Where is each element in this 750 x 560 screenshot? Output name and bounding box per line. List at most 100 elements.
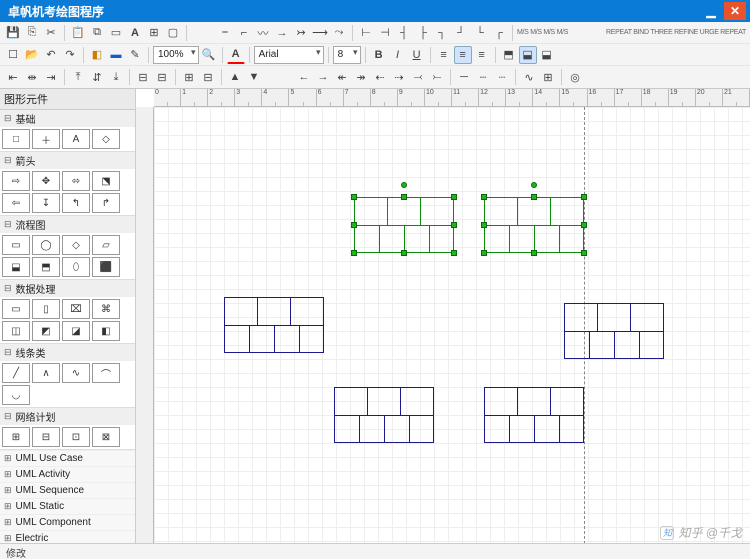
linestyle1-icon[interactable]: ─	[455, 68, 473, 86]
back-icon[interactable]: ▼	[245, 68, 263, 86]
curve-icon[interactable]: 〰	[254, 24, 272, 42]
grid-icon[interactable]: ⊞	[539, 68, 557, 86]
shape-stencil[interactable]: ◧	[92, 321, 120, 341]
redo-icon[interactable]: ↷	[61, 46, 79, 64]
shape-stencil[interactable]: ⊞	[2, 427, 30, 447]
new-icon[interactable]: ☐	[4, 46, 22, 64]
selection-handle[interactable]	[401, 194, 407, 200]
align-l-icon[interactable]: ⇤	[4, 68, 22, 86]
shape-stencil[interactable]: □	[2, 129, 30, 149]
shape-stencil[interactable]: ⊟	[32, 427, 60, 447]
shape-stencil[interactable]: ⊡	[62, 427, 90, 447]
shape-stencil[interactable]: ▯	[32, 299, 60, 319]
selection-handle[interactable]	[481, 222, 487, 228]
conn4-icon[interactable]: ├	[414, 24, 432, 42]
category-collapsed[interactable]: UML Sequence	[0, 482, 135, 498]
align-b-icon[interactable]: ⤓	[107, 68, 125, 86]
shape-stencil[interactable]: ⌘	[92, 299, 120, 319]
shape-icon[interactable]: ▢	[164, 24, 182, 42]
zoomfit-icon[interactable]: 🔍	[200, 46, 218, 64]
shape-stencil[interactable]: ⬒	[32, 257, 60, 277]
linestyle2-icon[interactable]: ┄	[474, 68, 492, 86]
category-header[interactable]: 基础	[0, 110, 135, 127]
selection-handle[interactable]	[581, 222, 587, 228]
paste-icon[interactable]: 📋	[69, 24, 87, 42]
shape-stencil[interactable]: ⬛	[92, 257, 120, 277]
align-t-icon[interactable]: ⤒	[69, 68, 87, 86]
shape-stencil[interactable]: ◡	[2, 385, 30, 405]
shape-stencil[interactable]: ∿	[62, 363, 90, 383]
save-icon[interactable]: 💾	[4, 24, 22, 42]
text-tool-icon[interactable]: A	[126, 24, 144, 42]
selection-handle[interactable]	[401, 250, 407, 256]
category-header[interactable]: 流程图	[0, 216, 135, 233]
zoom-combo[interactable]: 100%	[153, 46, 199, 64]
fontsize-combo[interactable]: 8	[333, 46, 361, 64]
valign-top-icon[interactable]: ⬒	[500, 46, 518, 64]
zigzag-icon[interactable]: ∿	[520, 68, 538, 86]
selection-handle[interactable]	[351, 222, 357, 228]
selection-handle[interactable]	[531, 182, 537, 188]
shape-stencil[interactable]: ↱	[92, 193, 120, 213]
head7-icon[interactable]: ⤙	[409, 68, 427, 86]
diagram-block[interactable]	[354, 197, 454, 253]
shape-stencil[interactable]: ▱	[92, 235, 120, 255]
dist-h-icon[interactable]: ⊟	[134, 68, 152, 86]
ungroup-icon[interactable]: ⊟	[199, 68, 217, 86]
arrow2-icon[interactable]: ↣	[292, 24, 310, 42]
linestyle3-icon[interactable]: ┈	[493, 68, 511, 86]
front-icon[interactable]: ▲	[226, 68, 244, 86]
shape-stencil[interactable]: ⬄	[62, 171, 90, 191]
align-left-icon[interactable]: ≡	[435, 46, 453, 64]
minimize-button[interactable]: ▁	[700, 2, 722, 20]
shape-stencil[interactable]: ↧	[32, 193, 60, 213]
shape-stencil[interactable]: ◯	[32, 235, 60, 255]
shape-stencil[interactable]: ⇨	[2, 171, 30, 191]
category-collapsed[interactable]: UML Use Case	[0, 450, 135, 466]
category-collapsed[interactable]: UML Component	[0, 514, 135, 530]
arrow4-icon[interactable]: ⤳	[330, 24, 348, 42]
category-collapsed[interactable]: UML Activity	[0, 466, 135, 482]
shape-stencil[interactable]: ↰	[62, 193, 90, 213]
selection-handle[interactable]	[351, 250, 357, 256]
line-tool-icon[interactable]: ⎯	[216, 24, 234, 42]
underline-icon[interactable]: U	[408, 46, 426, 64]
cut-icon[interactable]: ✂	[42, 24, 60, 42]
selection-handle[interactable]	[401, 182, 407, 188]
brush-icon[interactable]: ✎	[126, 46, 144, 64]
shape-stencil[interactable]: ⊠	[92, 427, 120, 447]
category-collapsed[interactable]: UML Static	[0, 498, 135, 514]
stroke-icon[interactable]: ▬	[107, 46, 125, 64]
diagram-block[interactable]	[334, 387, 434, 443]
shape-stencil[interactable]: ⌒	[92, 363, 120, 383]
head1-icon[interactable]: ←	[295, 68, 313, 86]
head4-icon[interactable]: ↠	[352, 68, 370, 86]
selection-handle[interactable]	[531, 194, 537, 200]
arrow1-icon[interactable]: →	[273, 24, 291, 42]
textcolor-icon[interactable]: A	[227, 46, 245, 64]
shape-stencil[interactable]: ⬯	[62, 257, 90, 277]
shape-stencil[interactable]: ▭	[2, 299, 30, 319]
image-icon[interactable]: ⊞	[145, 24, 163, 42]
align-right-icon[interactable]: ≡	[473, 46, 491, 64]
shape-stencil[interactable]: ◪	[62, 321, 90, 341]
shape-stencil[interactable]: ◫	[2, 321, 30, 341]
shape-stencil[interactable]: ⬔	[92, 171, 120, 191]
head8-icon[interactable]: ⤚	[428, 68, 446, 86]
shape-stencil[interactable]: ◇	[92, 129, 120, 149]
shape-stencil[interactable]: A	[62, 129, 90, 149]
shape-stencil[interactable]: ⬓	[2, 257, 30, 277]
shape-stencil[interactable]: ⇦	[2, 193, 30, 213]
shape-stencil[interactable]: ＋	[32, 129, 60, 149]
valign-bot-icon[interactable]: ⬓	[538, 46, 556, 64]
drawing-canvas[interactable]	[154, 107, 750, 544]
selection-handle[interactable]	[581, 194, 587, 200]
conn1-icon[interactable]: ⊢	[357, 24, 375, 42]
align-center-icon[interactable]: ≡	[454, 46, 472, 64]
diagram-block[interactable]	[484, 387, 584, 443]
conn6-icon[interactable]: ┘	[452, 24, 470, 42]
selection-handle[interactable]	[531, 250, 537, 256]
category-header[interactable]: 箭头	[0, 152, 135, 169]
target-icon[interactable]: ◎	[566, 68, 584, 86]
category-header[interactable]: 网络计划	[0, 408, 135, 425]
